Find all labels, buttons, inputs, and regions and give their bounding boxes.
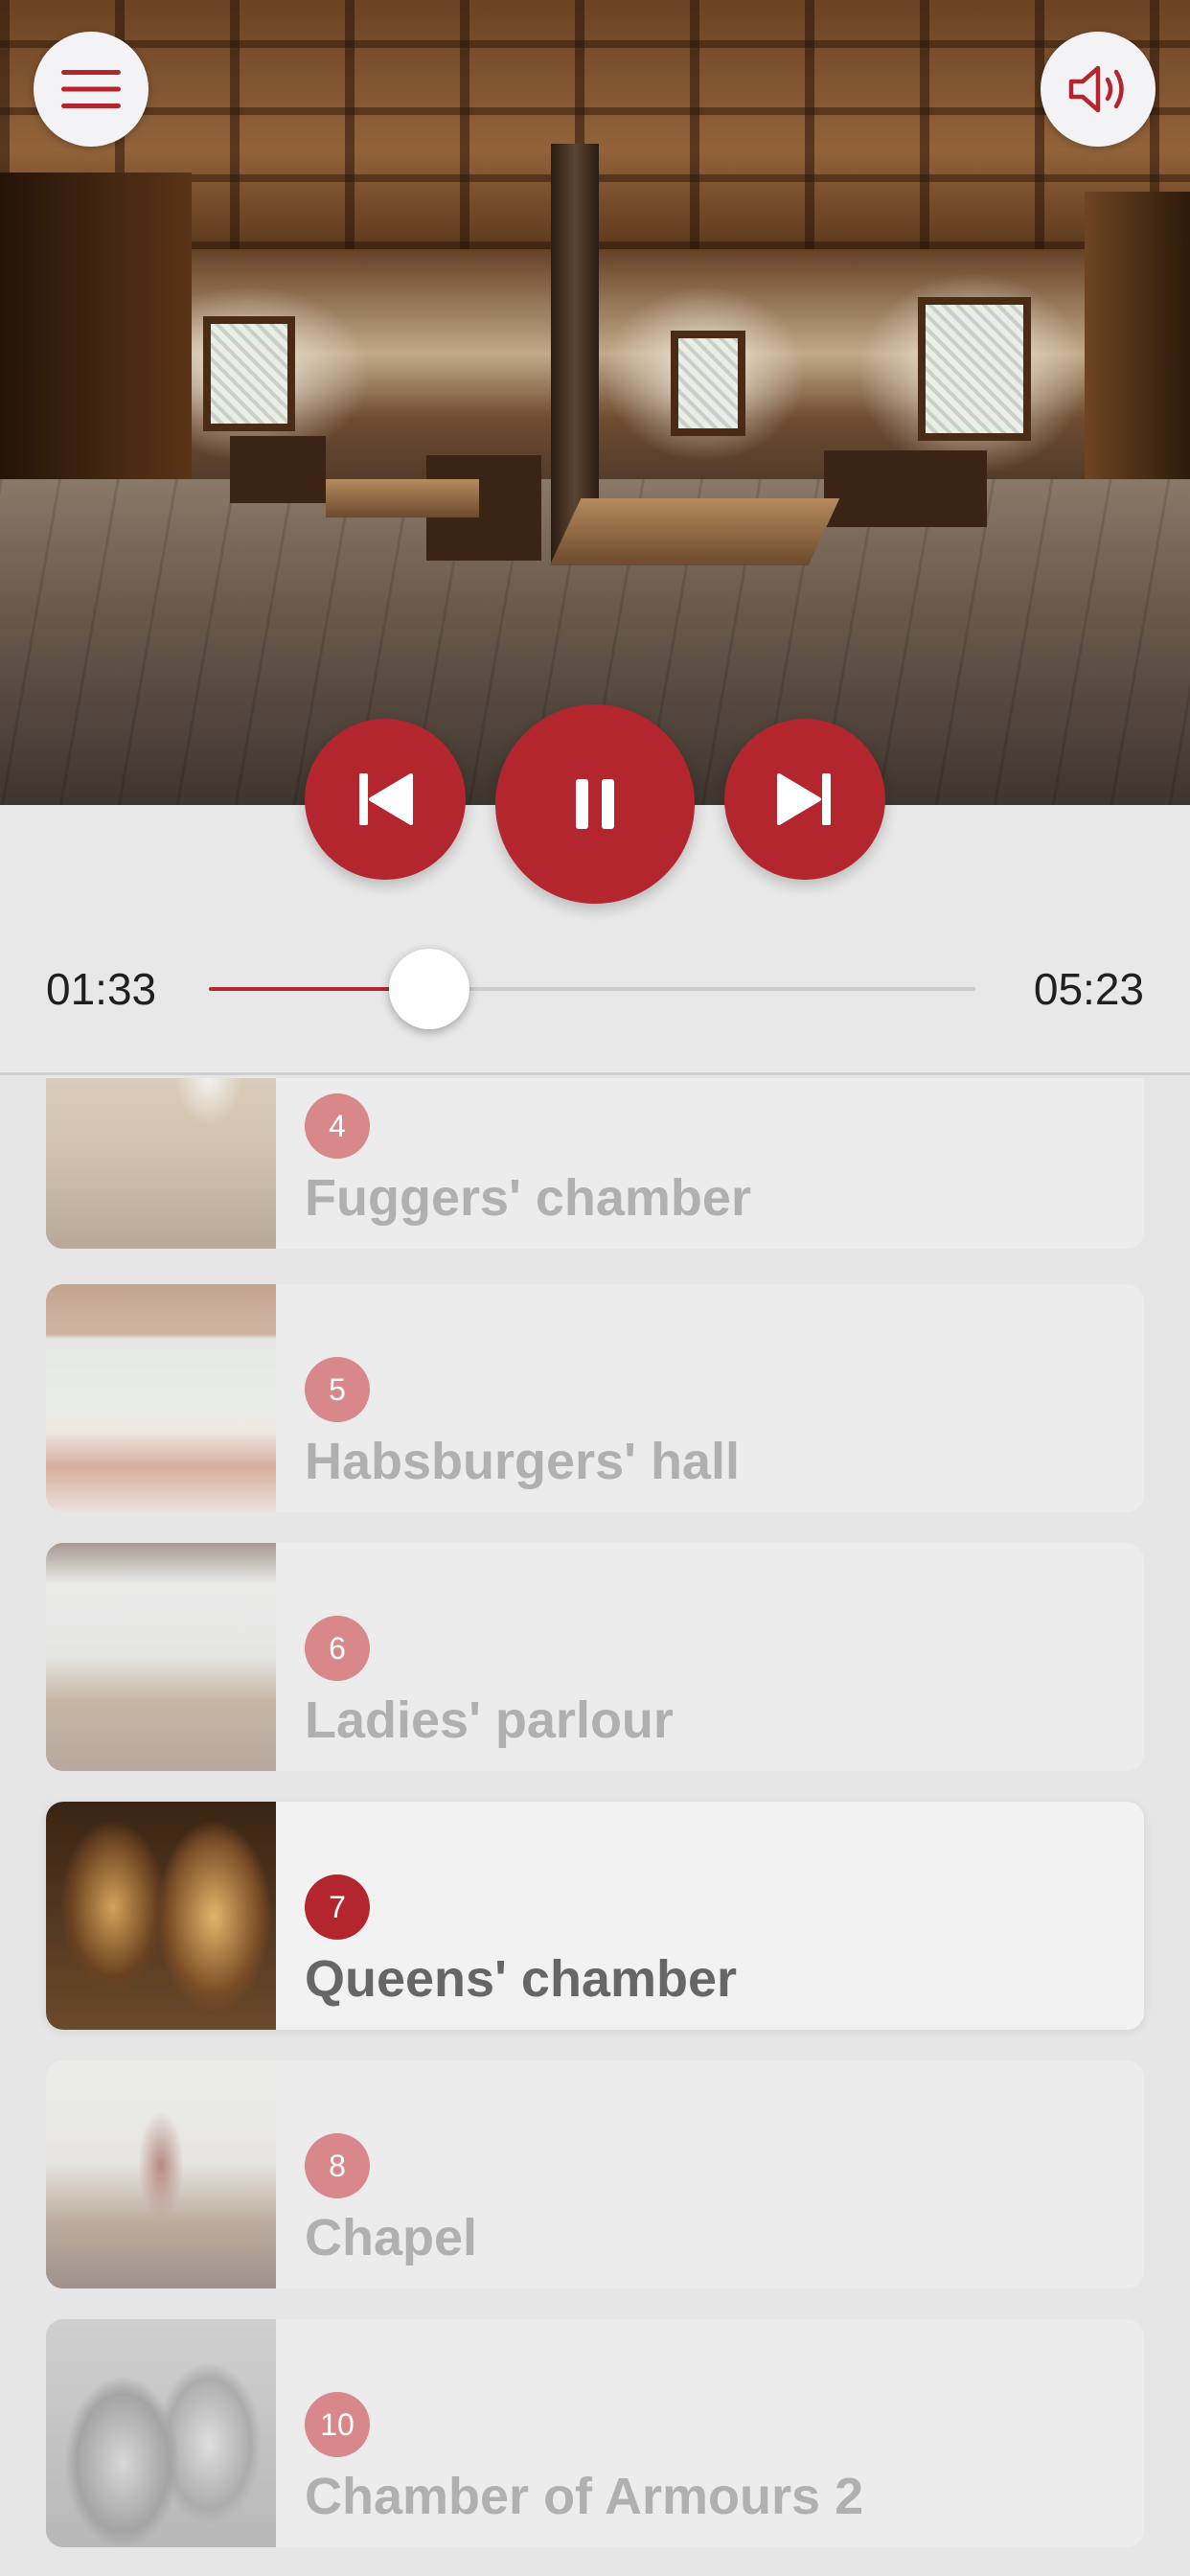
stop-card-body: 6 Ladies' parlour [276,1543,1144,1771]
skip-previous-icon [359,773,413,825]
stop-thumbnail [46,1802,276,2030]
bench [326,479,479,518]
stop-card[interactable]: 7 Queens' chamber [46,1802,1144,2030]
stop-card-body: 5 Habsburgers' hall [276,1284,1144,1512]
stop-thumbnail [46,2319,276,2547]
stop-thumbnail [46,2060,276,2288]
stop-card[interactable]: 8 Chapel [46,2060,1144,2288]
skip-next-icon [777,773,831,825]
previous-track-button[interactable] [305,719,466,880]
total-time: 05:23 [1033,964,1144,1014]
stop-card[interactable]: 6 Ladies' parlour [46,1543,1144,1771]
stop-card-body: 8 Chapel [276,2060,1144,2288]
stop-thumbnail [46,1078,276,1249]
next-track-button[interactable] [724,719,885,880]
stop-number-badge: 6 [305,1616,370,1681]
stop-number-badge: 8 [305,2133,370,2198]
stop-list: 4 Fuggers' chamber 5 Habsburgers' hall 6 Ladi… [0,1078,1190,2576]
progress-slider[interactable] [209,949,975,1029]
stop-number-badge: 10 [305,2392,370,2457]
table [230,436,326,503]
progress-thumb[interactable] [389,949,470,1029]
stop-title: Chamber of Armours 2 [305,2468,864,2525]
sound-button[interactable] [1041,32,1156,147]
stop-number-badge: 7 [305,1874,370,1940]
stop-thumbnail [46,1284,276,1512]
stop-card[interactable]: 5 Habsburgers' hall [46,1284,1144,1512]
bench [549,498,840,565]
window [203,316,295,431]
stop-number-badge: 5 [305,1357,370,1422]
stop-card-body: 10 Chamber of Armours 2 [276,2319,1144,2547]
stop-title: Ladies' parlour [305,1691,674,1749]
stop-title: Queens' chamber [305,1950,738,2008]
hamburger-menu-icon [61,70,121,108]
stop-card[interactable]: 10 Chamber of Armours 2 [46,2319,1144,2547]
hero-image [0,0,1190,805]
stop-title: Chapel [305,2209,478,2266]
current-time: 01:33 [46,964,157,1014]
stop-card-body: 7 Queens' chamber [276,1802,1144,2030]
wall-panel [0,172,192,518]
stop-title: Habsburgers' hall [305,1433,740,1490]
pause-icon [576,779,614,829]
window [671,331,745,436]
stop-number-badge: 4 [305,1093,370,1159]
pause-button[interactable] [495,704,695,904]
stop-card-body: 4 Fuggers' chamber [276,1078,1144,1249]
menu-button[interactable] [34,32,149,147]
table [824,450,987,527]
wall-panel [1085,192,1190,518]
window [918,297,1031,441]
stop-thumbnail [46,1543,276,1771]
speaker-volume-icon [1068,65,1124,113]
stop-card[interactable]: 4 Fuggers' chamber [46,1078,1144,1249]
stop-title: Fuggers' chamber [305,1169,751,1227]
